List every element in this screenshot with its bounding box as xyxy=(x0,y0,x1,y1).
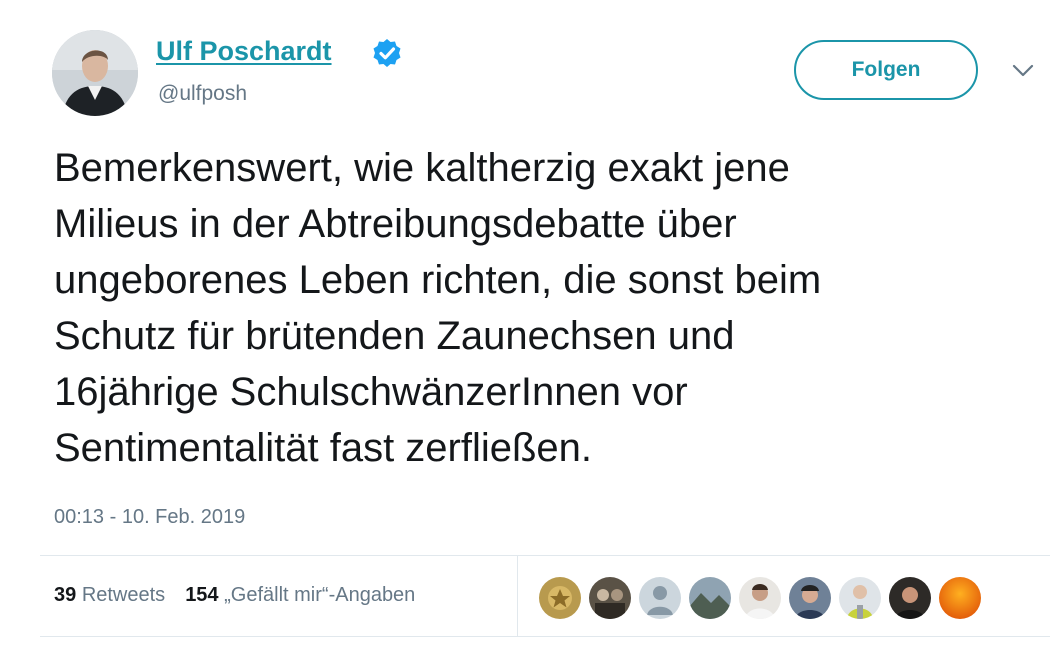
follow-button[interactable]: Folgen xyxy=(794,40,978,100)
verified-badge-icon xyxy=(373,39,401,67)
author-name[interactable]: Ulf Poschardt xyxy=(156,36,332,67)
likers-avatars xyxy=(538,576,982,620)
divider-top xyxy=(40,555,1050,556)
avatar-photo-icon xyxy=(889,577,931,619)
liker-avatar[interactable] xyxy=(938,576,982,620)
liker-avatar[interactable] xyxy=(688,576,732,620)
divider-bottom xyxy=(40,636,1050,637)
avatar-photo-icon xyxy=(589,577,631,619)
liker-avatar[interactable] xyxy=(588,576,632,620)
tweet-timestamp[interactable]: 00:13 - 10. Feb. 2019 xyxy=(54,506,245,529)
divider-vertical xyxy=(517,556,518,636)
tweet-text-line: 16jährige SchulschwänzerInnen vor xyxy=(54,370,688,414)
tweet-text-line: Sentimentalität fast zerfließen. xyxy=(54,426,593,470)
avatar-gold-icon xyxy=(539,577,581,619)
likes-count: 154 xyxy=(185,584,219,606)
avatar-photo-icon xyxy=(739,577,781,619)
author-handle[interactable]: @ulfposh xyxy=(158,82,247,106)
liker-avatar[interactable] xyxy=(788,576,832,620)
avatar-landscape-icon xyxy=(689,577,731,619)
retweets-count: 39 xyxy=(54,584,77,606)
liker-avatar[interactable] xyxy=(638,576,682,620)
liker-avatar[interactable] xyxy=(738,576,782,620)
likes-stat[interactable]: 154 „Gefällt mir“-Angaben xyxy=(185,584,415,607)
tweet-text: Bemerkenswert, wie kaltherzig exakt jene… xyxy=(54,140,1024,476)
tweet-stats: 39 Retweets 154 „Gefällt mir“-Angaben xyxy=(54,584,415,607)
liker-avatar[interactable] xyxy=(888,576,932,620)
tweet-text-line: Bemerkenswert, wie kaltherzig exakt jene xyxy=(54,146,790,190)
tweet-text-line: Schutz für brütenden Zaunechsen und xyxy=(54,314,735,358)
avatar-photo-icon xyxy=(789,577,831,619)
liker-avatar[interactable] xyxy=(838,576,882,620)
default-avatar-icon xyxy=(639,577,681,619)
retweets-stat[interactable]: 39 Retweets xyxy=(54,584,165,607)
tweet-text-line: Milieus in der Abtreibungsdebatte über xyxy=(54,202,737,246)
retweets-label: Retweets xyxy=(81,584,166,606)
author-avatar[interactable] xyxy=(52,30,138,116)
avatar-photo-icon xyxy=(839,577,881,619)
liker-avatar[interactable] xyxy=(538,576,582,620)
tweet-text-line: ungeborenes Leben richten, die sonst bei… xyxy=(54,258,822,302)
avatar-orange-icon xyxy=(939,577,981,619)
likes-label: „Gefällt mir“-Angaben xyxy=(224,584,416,606)
chevron-down-icon[interactable] xyxy=(1012,64,1034,78)
